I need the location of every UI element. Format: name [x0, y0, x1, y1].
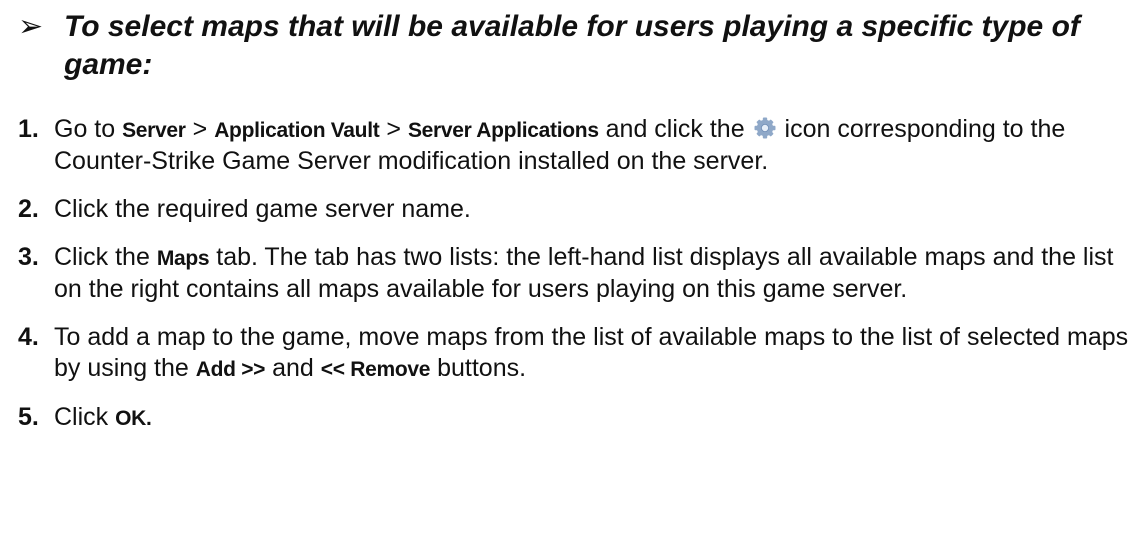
step-text: Click the: [54, 243, 157, 271]
ui-label-application-vault: Application Vault: [214, 119, 380, 142]
step-text: buttons.: [430, 354, 527, 382]
steps-list: 1. Go to Server > Application Vault > Se…: [18, 114, 1133, 451]
document-page: ➢ To select maps that will be available …: [0, 0, 1143, 559]
step-text: and click the: [598, 115, 752, 143]
step-number: 4.: [18, 323, 39, 351]
step-number: 3.: [18, 243, 39, 271]
ui-label-maps: Maps: [156, 247, 210, 270]
step-4: 4. To add a map to the game, move maps f…: [18, 322, 1133, 385]
ui-label-add: Add >>: [195, 358, 266, 381]
step-text: tab. The tab has two lists: the left-han…: [54, 243, 1114, 303]
step-5: 5. Click OK.: [18, 402, 1133, 434]
step-1: 1. Go to Server > Application Vault > Se…: [18, 114, 1133, 177]
step-2: 2. Click the required game server name.: [18, 194, 1133, 225]
step-number: 2.: [18, 195, 39, 223]
step-text: Go to: [54, 115, 123, 143]
step-text: Click the required game server name.: [54, 195, 471, 223]
arrow-bullet-icon: ➢: [18, 10, 44, 43]
step-text: >: [379, 115, 408, 143]
step-number: 1.: [18, 115, 39, 143]
step-3: 3. Click the Maps tab. The tab has two l…: [18, 242, 1133, 305]
gear-icon: [754, 117, 776, 139]
step-text: >: [185, 115, 215, 143]
procedure-heading: ➢ To select maps that will be available …: [18, 8, 1128, 84]
procedure-heading-text: To select maps that will be available fo…: [64, 10, 1080, 81]
ui-label-server-applications: Server Applications: [407, 119, 599, 142]
step-text: Click: [54, 403, 116, 431]
step-number: 5.: [18, 403, 39, 431]
ui-label-ok: OK.: [115, 407, 152, 430]
step-text: and: [265, 354, 321, 382]
ui-label-remove: << Remove: [320, 358, 431, 381]
ui-label-server: Server: [122, 119, 186, 142]
